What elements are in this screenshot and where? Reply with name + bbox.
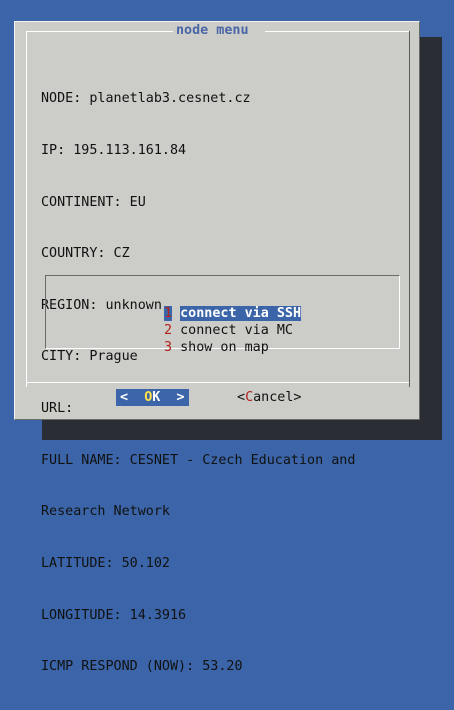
menu-label: show on map: [180, 340, 269, 355]
cancel-left: <: [237, 390, 246, 405]
info-continent: CONTINENT: EU: [41, 194, 146, 210]
info-latitude: LATITUDE: 50.102: [41, 555, 170, 571]
ok-rest: K >: [152, 390, 185, 405]
menu-tag: 2: [164, 323, 173, 338]
info-node: NODE: planetlab3.cesnet.cz: [41, 91, 251, 107]
frame-top-left: [26, 31, 176, 32]
frame-top-right: [265, 31, 409, 32]
cancel-rest: ancel>: [253, 390, 302, 405]
ok-left: <: [120, 390, 145, 405]
cancel-button[interactable]: <Cancel>: [237, 389, 302, 406]
info-ip: IP: 195.113.161.84: [41, 143, 187, 159]
menu-tag: 1: [164, 306, 173, 321]
frame-right: [409, 31, 410, 387]
dialog-title: node menu: [173, 23, 252, 38]
menu-label: connect via SSH: [180, 306, 302, 321]
menu-item-mc[interactable]: 2 connect via MC: [164, 322, 293, 339]
info-url: URL:: [41, 401, 74, 417]
info-icmp: ICMP RESPOND (NOW): 53.20: [41, 659, 243, 675]
menu-list: 1 connect via SSH 2 connect via MC 3 sho…: [45, 275, 400, 355]
frame-left: [26, 31, 27, 387]
node-menu-dialog: node menu NODE: planetlab3.cesnet.cz IP:…: [14, 21, 420, 674]
menu-item-map[interactable]: 3 show on map: [164, 339, 269, 356]
menu-label: connect via MC: [180, 323, 293, 338]
cancel-hotkey: C: [245, 390, 254, 405]
info-full-name: FULL NAME: CESNET - Czech Education and: [41, 452, 356, 468]
menu-tag: 3: [164, 340, 173, 355]
button-separator: [26, 382, 409, 383]
menu-item-ssh[interactable]: 1 connect via SSH: [164, 305, 302, 322]
info-full-name-cont: Research Network: [41, 504, 170, 520]
ok-button[interactable]: < OK >: [116, 389, 189, 406]
info-longitude: LONGITUDE: 14.3916: [41, 607, 187, 623]
info-country: COUNTRY: CZ: [41, 246, 130, 262]
